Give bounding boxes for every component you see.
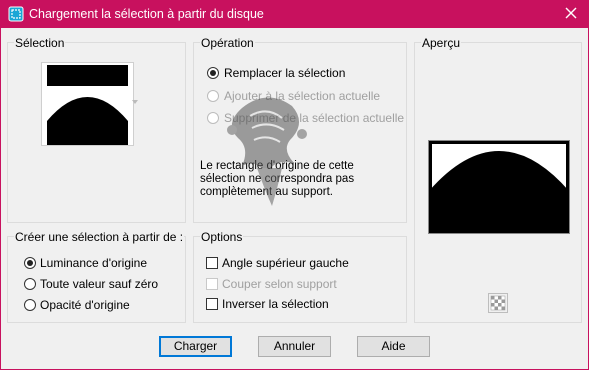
preview-group-label: Aperçu [421,36,462,50]
app-icon [8,6,24,22]
checkbox-top-left-corner[interactable] [206,257,218,269]
window-border-left [0,28,1,370]
radio-source-luminance-label[interactable]: Luminance d'origine [40,256,147,270]
operation-group-label: Opération [200,36,255,50]
checkbox-clip-to-canvas[interactable] [206,278,218,290]
close-icon [565,7,577,19]
radio-source-opacity[interactable] [24,299,36,311]
checkerboard-icon [490,295,506,311]
radio-any-nonzero-label[interactable]: Toute valeur sauf zéro [40,277,158,291]
radio-source-luminance[interactable] [24,257,36,269]
window-title: Chargement la sélection à partir du disq… [29,7,264,21]
checkbox-clip-to-canvas-label[interactable]: Couper selon support [222,277,337,291]
selection-shape-image [47,65,128,145]
close-button[interactable] [560,4,582,24]
selection-group-label: Sélection [14,36,66,50]
radio-any-nonzero[interactable] [24,278,36,290]
load-button[interactable]: Charger [159,336,232,357]
checkbox-invert-selection[interactable] [206,298,218,310]
chevron-down-icon[interactable] [132,100,138,104]
preview-image [428,140,570,234]
transparency-toggle-button[interactable] [488,293,508,313]
options-group-label: Options [200,230,244,244]
selection-thumbnail[interactable] [41,62,134,146]
title-bar: Chargement la sélection à partir du disq… [0,0,589,28]
radio-replace-selection-label[interactable]: Remplacer la sélection [224,66,345,80]
checkbox-top-left-corner-label[interactable]: Angle supérieur gauche [222,256,349,270]
cancel-button[interactable]: Annuler [258,336,331,357]
watermark-logo [227,97,307,206]
radio-replace-selection[interactable] [207,67,219,79]
create-from-group-label: Créer une sélection à partir de : [14,230,185,244]
checkbox-invert-selection-label[interactable]: Inverser la sélection [222,297,329,311]
preview-shape-image [429,141,569,233]
help-button[interactable]: Aide [357,336,430,357]
radio-source-opacity-label[interactable]: Opacité d'origine [40,298,130,312]
